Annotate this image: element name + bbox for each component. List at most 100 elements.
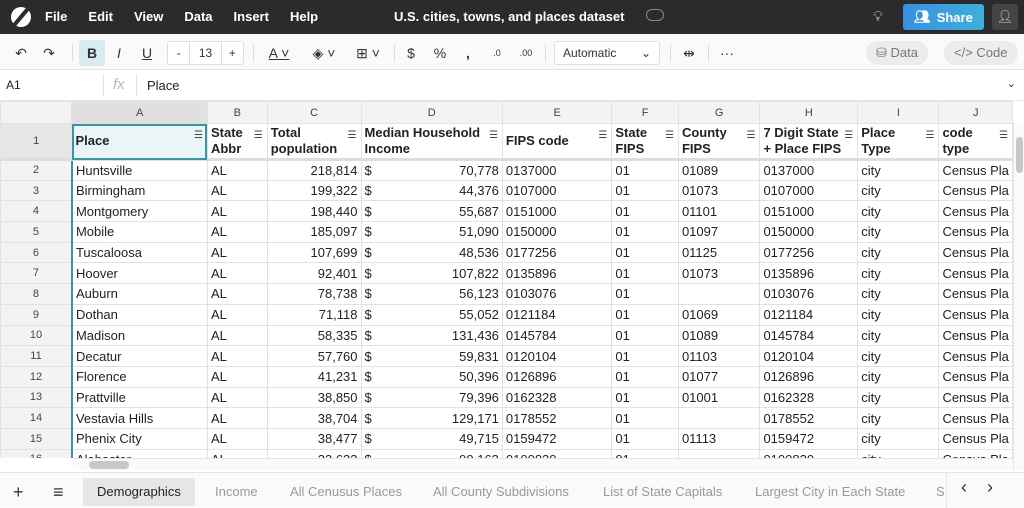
cell[interactable]: 0103076 [501, 283, 613, 305]
sheet-tab[interactable]: Largest City in Each State [741, 478, 919, 506]
menu-insert[interactable]: Insert [234, 9, 269, 24]
column-header-E[interactable]: E [501, 101, 613, 124]
cell[interactable]: $59,831 [360, 345, 503, 367]
header-cell[interactable]: Median Household Income ☰ [360, 123, 503, 161]
cell[interactable]: 01 [611, 386, 679, 409]
cell[interactable]: city [857, 221, 940, 243]
menu-help[interactable]: Help [290, 9, 318, 24]
bold-button[interactable]: B [79, 40, 105, 66]
row-header[interactable]: 11 [0, 345, 73, 367]
cell[interactable]: 01 [611, 324, 679, 347]
filter-icon[interactable]: ☰ [665, 128, 674, 144]
decrease-decimal-button[interactable]: .0 [488, 42, 506, 64]
header-cell[interactable]: code type ☰ [938, 123, 1013, 161]
chevron-down-icon[interactable]: ⌄ [1007, 77, 1016, 90]
cell[interactable]: Florence [70, 365, 208, 388]
column-header-B[interactable]: B [206, 101, 268, 124]
cell[interactable]: city [857, 345, 940, 367]
cell[interactable]: AL [206, 221, 268, 243]
cell[interactable]: AL [206, 283, 268, 305]
cell[interactable]: $55,687 [360, 200, 503, 223]
header-cell[interactable]: 7 Digit State + Place FIPS ☰ [759, 123, 859, 161]
cell[interactable]: Decatur [70, 345, 208, 367]
cell[interactable]: $90,163 [360, 448, 503, 458]
cell[interactable]: AL [206, 386, 268, 409]
cell[interactable]: Phenix City [70, 427, 208, 450]
row-header[interactable]: 5 [0, 221, 73, 243]
code-button[interactable]: </> Code [944, 41, 1018, 65]
percent-format-button[interactable]: % [432, 42, 448, 64]
cell[interactable]: Census Pla [938, 262, 1013, 285]
menu-edit[interactable]: Edit [88, 9, 113, 24]
filter-icon[interactable]: ☰ [348, 128, 357, 144]
row-header[interactable]: 1 [0, 123, 73, 161]
filter-icon[interactable]: ☰ [925, 128, 934, 144]
spreadsheet-grid[interactable]: ABCDEFGHIJ 1 Place ☰ State Abbr ☰ Total popul… [0, 101, 1013, 458]
cell[interactable]: Census Pla [938, 448, 1013, 458]
cell[interactable]: 0100820 [501, 448, 613, 458]
row-header[interactable]: 3 [0, 179, 73, 202]
sheet-list-icon[interactable]: ≡ [53, 478, 64, 506]
cell[interactable]: $56,123 [360, 283, 503, 305]
cell[interactable]: city [857, 283, 940, 305]
cell[interactable]: 0107000 [501, 179, 613, 202]
cell[interactable]: $51,090 [360, 221, 503, 243]
cell[interactable]: 0137000 [759, 159, 859, 181]
cell[interactable]: 199,322 [266, 179, 362, 202]
cell[interactable]: 01069 [677, 303, 761, 326]
menu-view[interactable]: View [134, 9, 163, 24]
cell[interactable]: Census Pla [938, 386, 1013, 409]
lightbulb-icon[interactable]: 💡︎ [873, 8, 883, 25]
cell[interactable]: 01 [611, 407, 679, 429]
filter-icon[interactable]: ☰ [598, 128, 607, 144]
cell[interactable]: Census Pla [938, 303, 1013, 326]
cell[interactable]: AL [206, 200, 268, 223]
cell[interactable]: 01 [611, 262, 679, 285]
filter-icon[interactable]: ☰ [999, 128, 1008, 144]
data-button[interactable]: ⛁ Data [866, 41, 928, 65]
cell[interactable] [677, 407, 761, 429]
cell[interactable]: 01103 [677, 345, 761, 367]
cell[interactable]: city [857, 448, 940, 458]
column-header-G[interactable]: G [677, 101, 761, 124]
cell[interactable]: 58,335 [266, 324, 362, 347]
cell[interactable]: $44,376 [360, 179, 503, 202]
cell[interactable]: city [857, 303, 940, 326]
cell[interactable]: 01 [611, 200, 679, 223]
header-cell[interactable]: State Abbr ☰ [206, 123, 268, 161]
cell[interactable]: 0145784 [501, 324, 613, 347]
cell[interactable]: 01 [611, 241, 679, 264]
undo-icon[interactable]: ↶ [12, 42, 30, 64]
cell[interactable]: city [857, 159, 940, 181]
cell[interactable]: Census Pla [938, 221, 1013, 243]
cell[interactable]: 57,760 [266, 345, 362, 367]
cell[interactable]: AL [206, 159, 268, 181]
cell[interactable]: $131,436 [360, 324, 503, 347]
row-header[interactable]: 15 [0, 427, 73, 450]
share-button[interactable]: 👥︎ Share [903, 4, 984, 30]
menu-file[interactable]: File [45, 9, 67, 24]
cell[interactable]: 01 [611, 303, 679, 326]
cell[interactable]: AL [206, 365, 268, 388]
row-header[interactable]: 7 [0, 262, 73, 285]
cell-reference[interactable]: A1 [6, 78, 21, 92]
cell[interactable]: 0151000 [759, 200, 859, 223]
cell[interactable]: Census Pla [938, 283, 1013, 305]
cell[interactable]: 41,231 [266, 365, 362, 388]
cell[interactable]: AL [206, 179, 268, 202]
filter-icon[interactable]: ☰ [194, 128, 203, 144]
header-cell[interactable]: Place ☰ [71, 123, 208, 161]
cell[interactable]: Prattville [70, 386, 208, 409]
formula-input[interactable]: Place [147, 78, 180, 93]
cell[interactable]: $70,778 [360, 159, 503, 181]
add-sheet-icon[interactable]: + [13, 478, 24, 506]
cell[interactable]: Hoover [70, 262, 208, 285]
cell[interactable]: 38,477 [266, 427, 362, 450]
cell[interactable]: 0121184 [501, 303, 613, 326]
cell[interactable]: 0135896 [759, 262, 859, 285]
cell[interactable]: city [857, 407, 940, 429]
borders-icon[interactable]: ⊞ ˅ [350, 42, 386, 64]
row-header[interactable]: 6 [0, 241, 73, 264]
cell[interactable]: 0145784 [759, 324, 859, 347]
text-color-icon[interactable]: A ˅ [264, 42, 294, 64]
